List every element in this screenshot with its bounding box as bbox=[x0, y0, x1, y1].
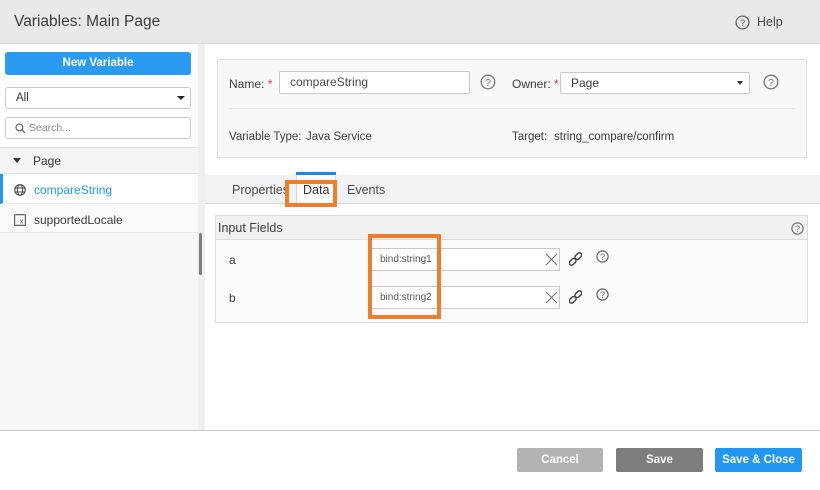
svg-text:?: ? bbox=[600, 290, 605, 301]
svg-text:?: ? bbox=[485, 77, 491, 89]
svg-text:?: ? bbox=[600, 252, 605, 263]
svg-text:?: ? bbox=[795, 224, 800, 235]
svg-text:?: ? bbox=[768, 77, 774, 89]
svg-text:?: ? bbox=[740, 18, 745, 29]
svg-text:x: x bbox=[20, 219, 24, 226]
